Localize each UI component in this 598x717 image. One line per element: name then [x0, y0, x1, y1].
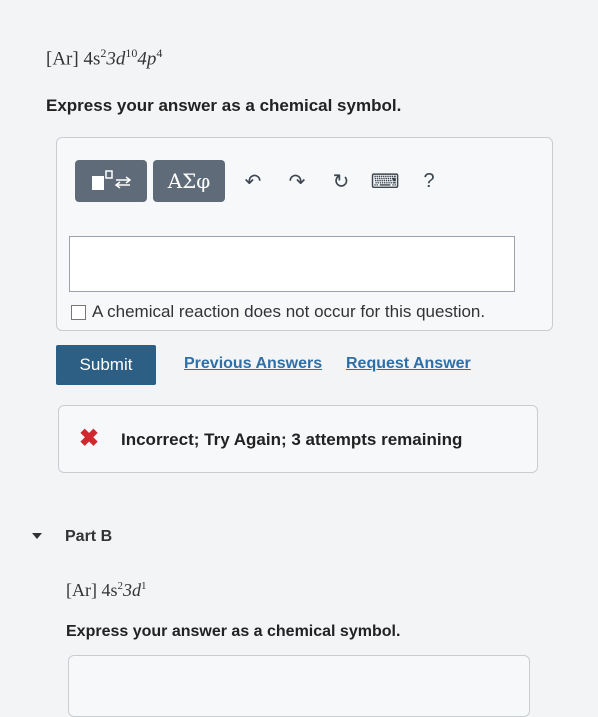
part-b-title[interactable]: Part B: [65, 528, 112, 546]
feedback-message: Incorrect; Try Again; 3 attempts remaini…: [121, 430, 463, 449]
undo-icon: ↶: [244, 170, 262, 193]
greek-symbols-button[interactable]: ΑΣφ: [153, 160, 225, 202]
math-toolbar: ΑΣφ ↶ ↷ ↻ ⌨ ?: [75, 160, 451, 202]
config-p: 4p: [137, 48, 157, 70]
feedback-box: ✖ Incorrect; Try Again; 3 attempts remai…: [58, 405, 538, 473]
config-d: 3d: [106, 48, 126, 70]
reset-icon: ↻: [332, 170, 350, 193]
instruction-text-b: Express your answer as a chemical symbol…: [66, 623, 401, 640]
answer-panel: ΑΣφ ↶ ↷ ↻ ⌨ ? A chemical reaction does n…: [56, 137, 553, 331]
config-d-exp: 10: [125, 46, 138, 60]
config-core: [Ar]: [46, 48, 79, 70]
help-button[interactable]: ?: [407, 160, 451, 202]
config-s: 4s: [83, 48, 101, 70]
config-p-exp: 4: [156, 46, 163, 60]
answer-panel-b: [68, 655, 530, 717]
reset-button[interactable]: ↻: [319, 160, 363, 202]
undo-button[interactable]: ↶: [231, 160, 275, 202]
request-answer-link[interactable]: Request Answer: [346, 355, 471, 373]
keyboard-icon: ⌨: [370, 170, 400, 193]
incorrect-x-icon: ✖: [79, 425, 100, 452]
previous-answers-link[interactable]: Previous Answers: [184, 355, 322, 373]
templates-button[interactable]: [75, 160, 147, 202]
config-b-core: [Ar]: [66, 580, 97, 600]
electron-configuration-a: [Ar] 4s23d104p4: [46, 46, 162, 70]
templates-icon: [92, 170, 132, 190]
greek-symbols-icon: ΑΣφ: [167, 169, 211, 193]
submit-button[interactable]: Submit: [56, 345, 156, 385]
help-icon: ?: [423, 169, 435, 192]
config-b-d: 3d: [123, 580, 141, 600]
keyboard-button[interactable]: ⌨: [363, 160, 407, 202]
caret-down-icon[interactable]: [32, 533, 42, 539]
redo-icon: ↷: [288, 170, 306, 193]
config-b-d-exp: 1: [141, 580, 147, 592]
no-reaction-option[interactable]: A chemical reaction does not occur for t…: [71, 302, 485, 322]
no-reaction-checkbox[interactable]: [71, 304, 86, 320]
instruction-text: Express your answer as a chemical symbol…: [46, 96, 402, 115]
no-reaction-label: A chemical reaction does not occur for t…: [92, 302, 486, 321]
config-b-s: 4s: [101, 580, 118, 600]
answer-input[interactable]: [69, 236, 515, 292]
redo-button[interactable]: ↷: [275, 160, 319, 202]
electron-configuration-b: [Ar] 4s23d1: [66, 580, 147, 601]
